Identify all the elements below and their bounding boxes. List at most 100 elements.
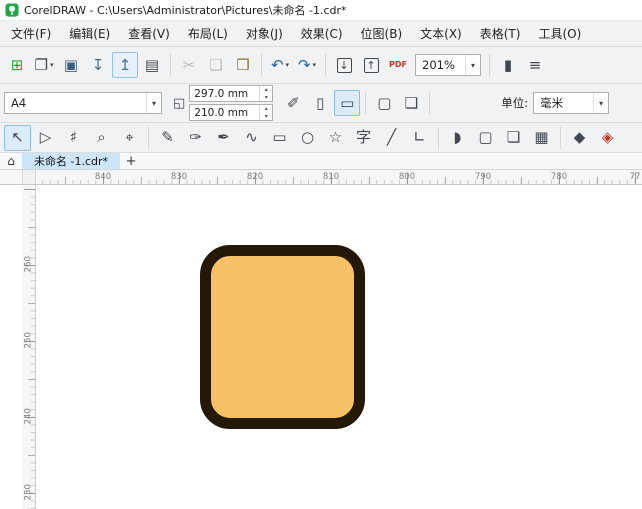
spin-down-icon[interactable]: ▾ — [260, 113, 272, 121]
snap-settings-button[interactable]: ≡ — [522, 52, 548, 78]
chevron-down-icon[interactable]: ▾ — [50, 61, 54, 69]
zoom-tool[interactable]: ⌕ — [88, 125, 115, 151]
menu-item-bitmaps[interactable]: 位图(B) — [352, 21, 412, 46]
zoom-level-select[interactable]: 201% ▾ — [415, 54, 481, 76]
freehand-tool[interactable]: ✎ — [154, 125, 181, 151]
vertical-ruler[interactable]: 260 250 240 230 — [22, 185, 36, 509]
portrait-button[interactable]: ▯ — [307, 90, 333, 116]
line-tool[interactable]: ╱ — [378, 125, 405, 151]
new-tab-button[interactable]: + — [120, 153, 142, 169]
spin-up-icon[interactable]: ▴ — [260, 105, 272, 113]
menu-item-edit[interactable]: 编辑(E) — [60, 21, 119, 46]
menu-item-layout[interactable]: 布局(L) — [179, 21, 237, 46]
export-button[interactable]: ↑ — [358, 52, 384, 78]
page-size-select[interactable]: A4 ▾ — [4, 92, 162, 114]
spin-down-icon[interactable]: ▾ — [260, 94, 272, 102]
auto-fit-page-button[interactable]: ✐ — [280, 90, 306, 116]
document-tab-bar: ⌂ 未命名 -1.cdr* + — [0, 152, 642, 170]
paste-button[interactable]: ❒ — [230, 52, 256, 78]
chevron-down-icon[interactable]: ▾ — [286, 61, 290, 69]
separator — [489, 54, 490, 76]
rectangle-tool[interactable]: ▭ — [266, 125, 293, 151]
copy-button[interactable]: ❏ — [203, 52, 229, 78]
new-document-icon: ⊞ — [10, 55, 24, 74]
cut-button[interactable]: ✂ — [176, 52, 202, 78]
menu-item-tools[interactable]: 工具(O) — [529, 21, 590, 46]
polygon-tool[interactable]: ☆ — [322, 125, 349, 151]
outline-pen-tool[interactable]: ▢ — [472, 125, 499, 151]
drawing-canvas[interactable]: 260 250 240 230 — [0, 185, 642, 509]
connector-tool[interactable]: ∟ — [406, 125, 433, 151]
menu-item-effects[interactable]: 效果(C) — [292, 21, 352, 46]
page-dimensions-group: ◱ 297.0 mm ▴ ▾ 210.0 mm ▴ ▾ — [173, 85, 274, 121]
page-height-input[interactable]: 210.0 mm ▴ ▾ — [189, 104, 274, 121]
redo-button[interactable]: ↷ ▾ — [294, 52, 320, 78]
zoom-tool-icon: ⌕ — [97, 128, 106, 146]
ruler-label: 250 — [23, 332, 34, 349]
separator — [365, 92, 367, 114]
transparency-tool[interactable]: ▦ — [528, 125, 555, 151]
horizontal-ruler[interactable]: 840 830 820 810 800 790 780 77 — [0, 170, 642, 185]
page-size-value: A4 — [11, 96, 27, 110]
print-icon: ▤ — [144, 55, 160, 74]
menu-item-table[interactable]: 表格(T) — [471, 21, 530, 46]
save-to-cloud-button[interactable]: ↥ — [112, 52, 138, 78]
polygon-tool-icon: ☆ — [328, 128, 343, 146]
chevron-down-icon[interactable]: ▾ — [465, 55, 480, 75]
pan-tool-icon: ⌖ — [125, 128, 134, 146]
artistic-media-tool[interactable]: ✑ — [182, 125, 209, 151]
page-dimensions-icon: ◱ — [173, 95, 186, 111]
ellipse-tool[interactable]: ○ — [294, 125, 321, 151]
home-icon[interactable]: ⌂ — [0, 153, 22, 169]
menu-item-view[interactable]: 查看(V) — [119, 21, 179, 46]
pick-tool[interactable]: ↖ — [4, 124, 31, 151]
document-tab-label: 未命名 -1.cdr* — [34, 155, 109, 168]
page-height-stepper[interactable]: ▴ ▾ — [259, 105, 272, 120]
ruler-label: 790 — [474, 171, 492, 182]
menu-item-text[interactable]: 文本(X) — [411, 21, 471, 46]
separator — [261, 54, 262, 76]
undo-button[interactable]: ↶ ▾ — [267, 52, 293, 78]
units-label: 单位: — [501, 96, 529, 110]
import-button[interactable]: ↓ — [331, 52, 357, 78]
menu-item-object[interactable]: 对象(J) — [237, 21, 292, 46]
text-tool[interactable]: 字 — [350, 125, 377, 151]
chevron-down-icon[interactable]: ▾ — [146, 93, 161, 113]
page-width-input[interactable]: 297.0 mm ▴ ▾ — [189, 85, 274, 102]
chevron-down-icon[interactable]: ▾ — [593, 93, 608, 113]
menu-item-file[interactable]: 文件(F) — [2, 21, 60, 46]
all-pages-button[interactable]: ▢ — [371, 90, 397, 116]
print-button[interactable]: ▤ — [139, 52, 165, 78]
save-button[interactable]: ▣ — [58, 52, 84, 78]
smart-fill-tool[interactable]: ◈ — [594, 125, 621, 151]
publish-to-pdf-button[interactable]: PDF — [385, 52, 411, 78]
interactive-fill-tool-icon: ◆ — [573, 128, 586, 146]
pen-tool[interactable]: ✒ — [210, 125, 237, 151]
drop-shadow-tool[interactable]: ❏ — [500, 125, 527, 151]
interactive-fill-tool[interactable]: ◆ — [566, 125, 593, 151]
snap-icon: ≡ — [528, 55, 542, 74]
artistic-media-tool-icon: ✑ — [189, 128, 202, 146]
separator — [325, 54, 326, 76]
fullscreen-preview-button[interactable]: ▮ — [495, 52, 521, 78]
get-from-cloud-button[interactable]: ↧ — [85, 52, 111, 78]
ruler-corner — [22, 170, 36, 184]
new-document-button[interactable]: ⊞ — [4, 52, 30, 78]
landscape-button[interactable]: ▭ — [334, 90, 361, 116]
page-width-stepper[interactable]: ▴ ▾ — [259, 86, 272, 101]
open-document-button[interactable]: ❐ ▾ — [31, 52, 57, 78]
page-dimension-spinners: 297.0 mm ▴ ▾ 210.0 mm ▴ ▾ — [189, 85, 274, 121]
document-tab[interactable]: 未命名 -1.cdr* — [22, 153, 121, 169]
spin-up-icon[interactable]: ▴ — [260, 86, 272, 94]
rounded-rectangle-shape[interactable] — [200, 245, 365, 429]
bezier-tool[interactable]: ∿ — [238, 125, 265, 151]
page-layout-button[interactable]: ❏ — [398, 90, 424, 116]
chevron-down-icon[interactable]: ▾ — [313, 61, 317, 69]
title-bar[interactable]: CorelDRAW - C:\Users\Administrator\Pictu… — [0, 0, 642, 21]
separator — [148, 126, 149, 149]
units-select[interactable]: 毫米 ▾ — [533, 92, 610, 114]
pan-tool[interactable]: ⌖ — [116, 125, 143, 151]
crop-tool[interactable]: ♯ — [60, 125, 87, 151]
eyedropper-tool[interactable]: ◗ — [444, 125, 471, 151]
shape-tool[interactable]: ▷ — [32, 125, 59, 151]
